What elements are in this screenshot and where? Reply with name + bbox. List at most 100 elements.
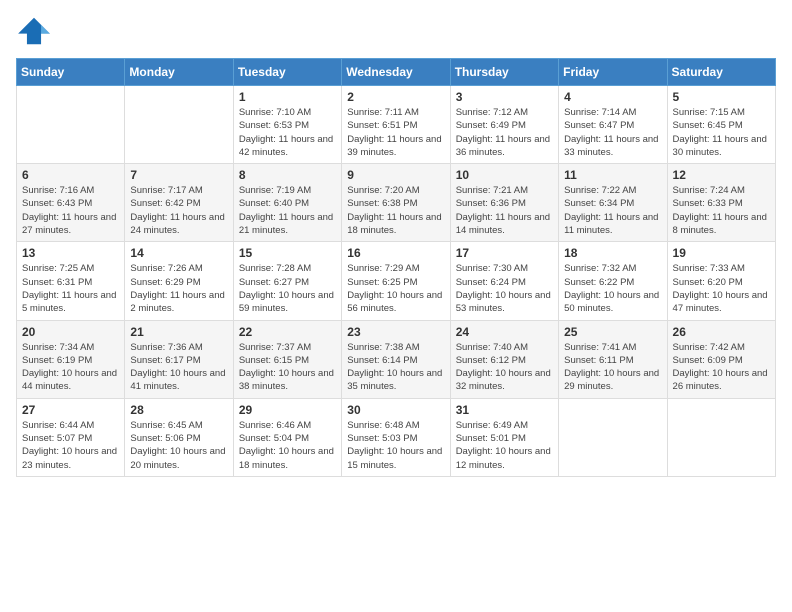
day-info: Sunrise: 7:22 AM Sunset: 6:34 PM Dayligh…	[564, 184, 661, 237]
day-info: Sunrise: 7:40 AM Sunset: 6:12 PM Dayligh…	[456, 341, 553, 394]
calendar-cell: 22 Sunrise: 7:37 AM Sunset: 6:15 PM Dayli…	[233, 320, 341, 398]
calendar-cell: 12 Sunrise: 7:24 AM Sunset: 6:33 PM Dayli…	[667, 164, 775, 242]
day-number: 27	[22, 403, 119, 417]
calendar-cell: 10 Sunrise: 7:21 AM Sunset: 6:36 PM Dayli…	[450, 164, 558, 242]
day-info: Sunrise: 6:46 AM Sunset: 5:04 PM Dayligh…	[239, 419, 336, 472]
calendar-cell: 5 Sunrise: 7:15 AM Sunset: 6:45 PM Daylig…	[667, 86, 775, 164]
day-number: 4	[564, 90, 661, 104]
day-info: Sunrise: 7:17 AM Sunset: 6:42 PM Dayligh…	[130, 184, 227, 237]
day-info: Sunrise: 6:44 AM Sunset: 5:07 PM Dayligh…	[22, 419, 119, 472]
calendar-cell	[17, 86, 125, 164]
day-number: 8	[239, 168, 336, 182]
day-info: Sunrise: 7:36 AM Sunset: 6:17 PM Dayligh…	[130, 341, 227, 394]
calendar-cell: 18 Sunrise: 7:32 AM Sunset: 6:22 PM Dayli…	[559, 242, 667, 320]
calendar-cell: 20 Sunrise: 7:34 AM Sunset: 6:19 PM Dayli…	[17, 320, 125, 398]
calendar-cell: 9Sunrise: 7:20 AM Sunset: 6:38 PM Daylig…	[342, 164, 450, 242]
day-number: 30	[347, 403, 444, 417]
day-info: Sunrise: 7:21 AM Sunset: 6:36 PM Dayligh…	[456, 184, 553, 237]
calendar-cell: 25Sunrise: 7:41 AM Sunset: 6:11 PM Dayli…	[559, 320, 667, 398]
calendar-cell: 31 Sunrise: 6:49 AM Sunset: 5:01 PM Dayli…	[450, 398, 558, 476]
day-number: 17	[456, 246, 553, 260]
calendar-cell	[559, 398, 667, 476]
day-info: Sunrise: 7:32 AM Sunset: 6:22 PM Dayligh…	[564, 262, 661, 315]
day-info: Sunrise: 7:26 AM Sunset: 6:29 PM Dayligh…	[130, 262, 227, 315]
calendar-cell: 21 Sunrise: 7:36 AM Sunset: 6:17 PM Dayli…	[125, 320, 233, 398]
day-number: 31	[456, 403, 553, 417]
day-number: 24	[456, 325, 553, 339]
day-number: 19	[673, 246, 770, 260]
day-info: Sunrise: 6:48 AM Sunset: 5:03 PM Dayligh…	[347, 419, 444, 472]
calendar-week-row: 6 Sunrise: 7:16 AM Sunset: 6:43 PM Daylig…	[17, 164, 776, 242]
calendar-cell: 8 Sunrise: 7:19 AM Sunset: 6:40 PM Daylig…	[233, 164, 341, 242]
day-number: 14	[130, 246, 227, 260]
calendar-week-row: 20 Sunrise: 7:34 AM Sunset: 6:19 PM Dayli…	[17, 320, 776, 398]
day-number: 10	[456, 168, 553, 182]
calendar-cell: 6 Sunrise: 7:16 AM Sunset: 6:43 PM Daylig…	[17, 164, 125, 242]
calendar-cell: 13Sunrise: 7:25 AM Sunset: 6:31 PM Dayli…	[17, 242, 125, 320]
day-number: 6	[22, 168, 119, 182]
calendar-cell: 3 Sunrise: 7:12 AM Sunset: 6:49 PM Daylig…	[450, 86, 558, 164]
day-number: 9	[347, 168, 444, 182]
weekday-header: Monday	[125, 59, 233, 86]
day-number: 2	[347, 90, 444, 104]
calendar-cell: 30 Sunrise: 6:48 AM Sunset: 5:03 PM Dayli…	[342, 398, 450, 476]
calendar-cell: 19 Sunrise: 7:33 AM Sunset: 6:20 PM Dayli…	[667, 242, 775, 320]
day-info: Sunrise: 7:14 AM Sunset: 6:47 PM Dayligh…	[564, 106, 661, 159]
day-info: Sunrise: 7:15 AM Sunset: 6:45 PM Dayligh…	[673, 106, 770, 159]
day-info: Sunrise: 7:11 AM Sunset: 6:51 PM Dayligh…	[347, 106, 444, 159]
day-info: Sunrise: 7:12 AM Sunset: 6:49 PM Dayligh…	[456, 106, 553, 159]
calendar-week-row: 1 Sunrise: 7:10 AM Sunset: 6:53 PM Daylig…	[17, 86, 776, 164]
day-number: 26	[673, 325, 770, 339]
calendar-cell: 4 Sunrise: 7:14 AM Sunset: 6:47 PM Daylig…	[559, 86, 667, 164]
day-number: 1	[239, 90, 336, 104]
calendar-cell: 14 Sunrise: 7:26 AM Sunset: 6:29 PM Dayli…	[125, 242, 233, 320]
day-info: Sunrise: 7:30 AM Sunset: 6:24 PM Dayligh…	[456, 262, 553, 315]
day-info: Sunrise: 7:10 AM Sunset: 6:53 PM Dayligh…	[239, 106, 336, 159]
calendar-header-row: SundayMondayTuesdayWednesdayThursdayFrid…	[17, 59, 776, 86]
day-number: 28	[130, 403, 227, 417]
calendar-cell: 17 Sunrise: 7:30 AM Sunset: 6:24 PM Dayli…	[450, 242, 558, 320]
day-number: 12	[673, 168, 770, 182]
day-number: 3	[456, 90, 553, 104]
day-number: 20	[22, 325, 119, 339]
weekday-header: Saturday	[667, 59, 775, 86]
day-number: 18	[564, 246, 661, 260]
day-info: Sunrise: 7:24 AM Sunset: 6:33 PM Dayligh…	[673, 184, 770, 237]
day-info: Sunrise: 7:19 AM Sunset: 6:40 PM Dayligh…	[239, 184, 336, 237]
calendar-cell: 11 Sunrise: 7:22 AM Sunset: 6:34 PM Dayli…	[559, 164, 667, 242]
calendar-cell	[125, 86, 233, 164]
calendar-cell: 1 Sunrise: 7:10 AM Sunset: 6:53 PM Daylig…	[233, 86, 341, 164]
day-number: 7	[130, 168, 227, 182]
day-number: 5	[673, 90, 770, 104]
day-info: Sunrise: 7:38 AM Sunset: 6:14 PM Dayligh…	[347, 341, 444, 394]
day-number: 22	[239, 325, 336, 339]
day-number: 16	[347, 246, 444, 260]
day-number: 15	[239, 246, 336, 260]
weekday-header: Sunday	[17, 59, 125, 86]
day-info: Sunrise: 6:49 AM Sunset: 5:01 PM Dayligh…	[456, 419, 553, 472]
weekday-header: Tuesday	[233, 59, 341, 86]
weekday-header: Friday	[559, 59, 667, 86]
day-info: Sunrise: 7:16 AM Sunset: 6:43 PM Dayligh…	[22, 184, 119, 237]
day-number: 25	[564, 325, 661, 339]
calendar-cell: 29 Sunrise: 6:46 AM Sunset: 5:04 PM Dayli…	[233, 398, 341, 476]
calendar-week-row: 13Sunrise: 7:25 AM Sunset: 6:31 PM Dayli…	[17, 242, 776, 320]
day-info: Sunrise: 7:28 AM Sunset: 6:27 PM Dayligh…	[239, 262, 336, 315]
logo-icon	[16, 16, 52, 46]
day-number: 21	[130, 325, 227, 339]
calendar-table: SundayMondayTuesdayWednesdayThursdayFrid…	[16, 58, 776, 477]
day-info: Sunrise: 7:29 AM Sunset: 6:25 PM Dayligh…	[347, 262, 444, 315]
day-info: Sunrise: 6:45 AM Sunset: 5:06 PM Dayligh…	[130, 419, 227, 472]
day-info: Sunrise: 7:33 AM Sunset: 6:20 PM Dayligh…	[673, 262, 770, 315]
weekday-header: Wednesday	[342, 59, 450, 86]
calendar-cell: 2 Sunrise: 7:11 AM Sunset: 6:51 PM Daylig…	[342, 86, 450, 164]
day-number: 23	[347, 325, 444, 339]
calendar-cell: 27 Sunrise: 6:44 AM Sunset: 5:07 PM Dayli…	[17, 398, 125, 476]
day-info: Sunrise: 7:34 AM Sunset: 6:19 PM Dayligh…	[22, 341, 119, 394]
day-number: 29	[239, 403, 336, 417]
day-number: 11	[564, 168, 661, 182]
calendar-cell: 26 Sunrise: 7:42 AM Sunset: 6:09 PM Dayli…	[667, 320, 775, 398]
calendar-week-row: 27 Sunrise: 6:44 AM Sunset: 5:07 PM Dayli…	[17, 398, 776, 476]
day-info: Sunrise: 7:37 AM Sunset: 6:15 PM Dayligh…	[239, 341, 336, 394]
day-info: Sunrise: 7:42 AM Sunset: 6:09 PM Dayligh…	[673, 341, 770, 394]
